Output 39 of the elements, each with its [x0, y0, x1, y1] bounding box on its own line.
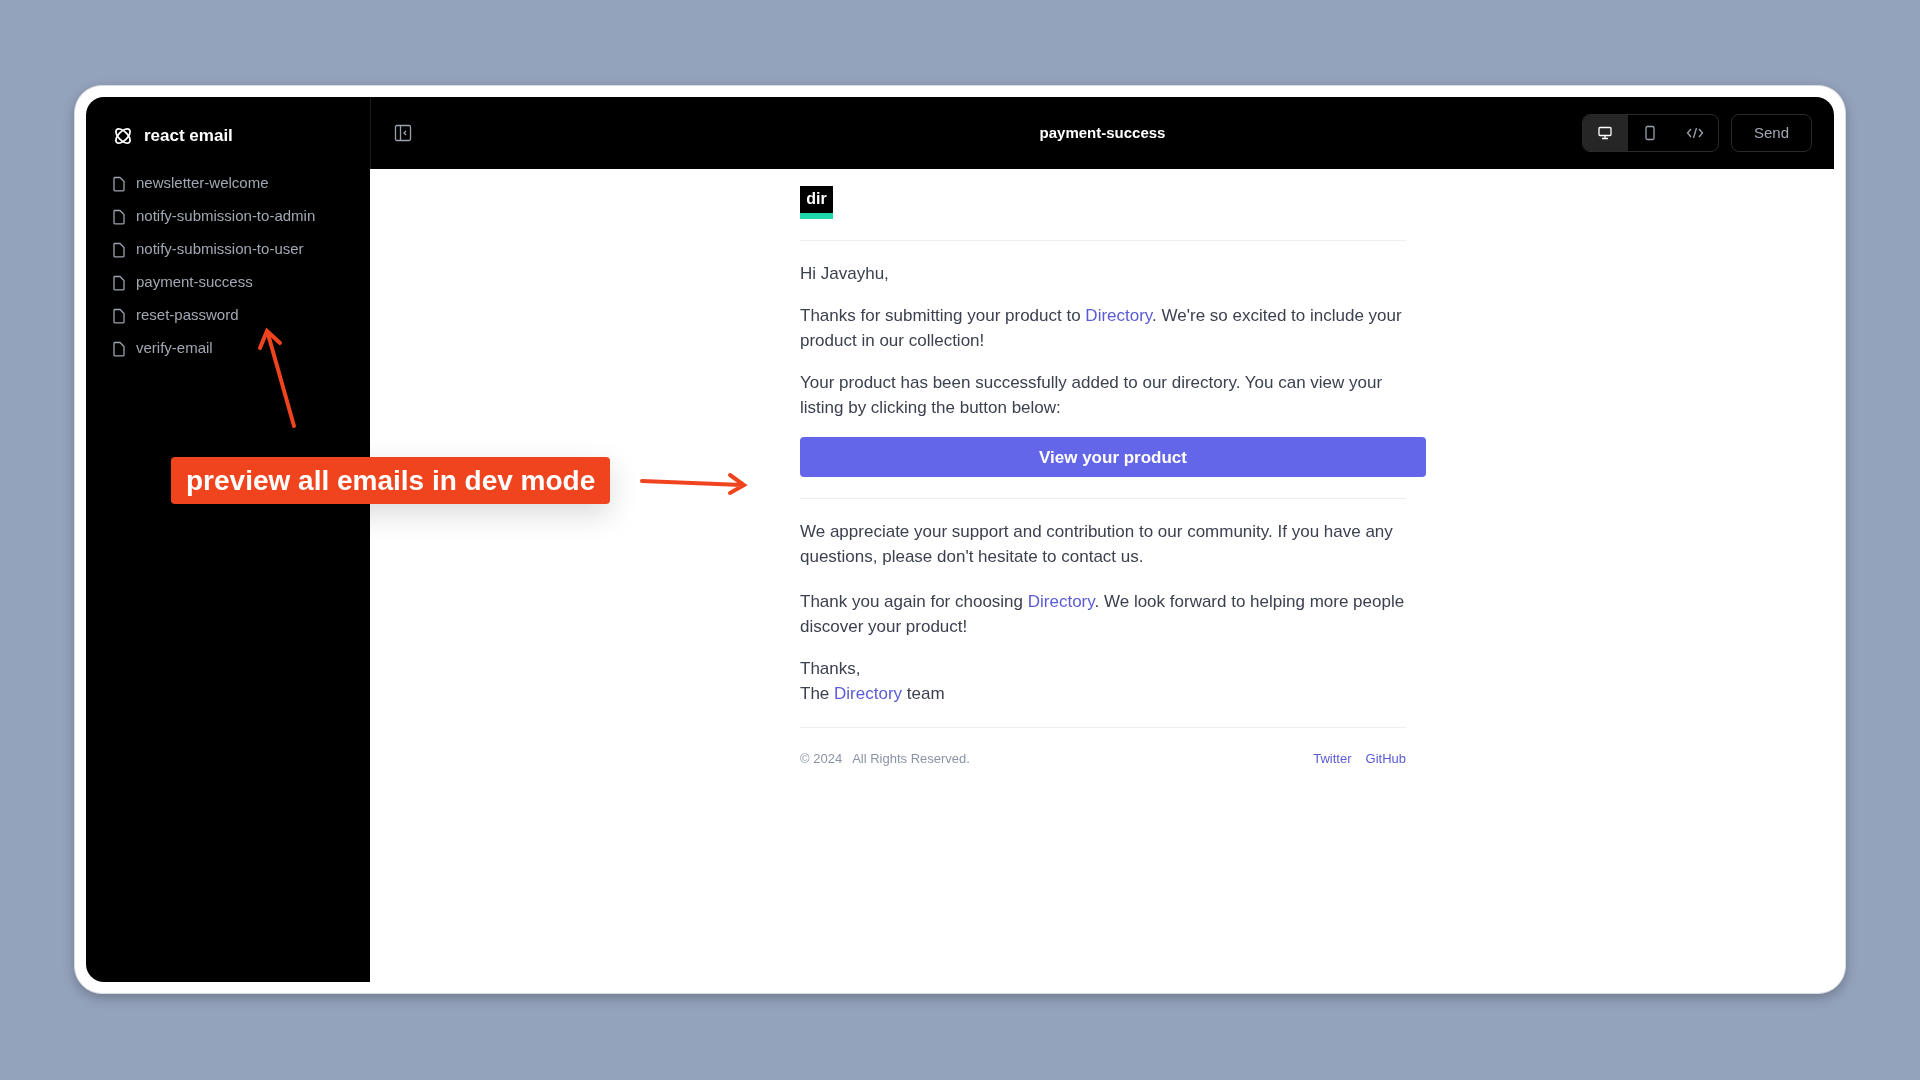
brand-name: react email	[144, 125, 233, 148]
email-title: payment-success	[1039, 122, 1166, 143]
email-paragraph: Thank you again for choosing Directory. We look forward to helping more people discover your product!	[800, 591, 1406, 638]
greeting: Hi Javayhu,	[800, 263, 890, 285]
phone-icon	[1644, 125, 1657, 141]
file-icon	[112, 241, 126, 258]
code-icon	[1686, 125, 1705, 141]
email-paragraph: Thanks,	[800, 658, 862, 680]
directory-link[interactable]: Directory	[834, 684, 903, 703]
panel-toggle-icon	[394, 124, 412, 142]
rights-text: All Rights Reserved.	[852, 750, 970, 768]
file-icon	[112, 340, 126, 357]
email-template-link[interactable]: notify-submission-to-admin	[112, 200, 370, 233]
file-icon	[112, 274, 126, 291]
email-paragraph: We appreciate your support and contribution to our community. If you have any questions, please don't hesitate to contact us.	[800, 521, 1394, 568]
file-icon	[112, 208, 126, 225]
logo-icon	[112, 125, 134, 147]
email-template-link[interactable]: verify-email	[112, 332, 370, 365]
directory-logo: dir	[800, 186, 833, 219]
email-paragraph: Your product has been successfully added to our directory. You can view your listing by clicking the button below:	[800, 372, 1384, 419]
directory-link[interactable]: Directory	[1027, 592, 1095, 611]
monitor-icon	[1597, 125, 1614, 141]
email-template-link[interactable]: newsletter-welcome	[112, 167, 370, 200]
file-icon	[112, 307, 126, 324]
sidebar-toggle-button[interactable]	[393, 123, 413, 143]
copyright-text: © 2024	[800, 750, 843, 768]
view-product-button[interactable]: View your product	[800, 437, 1426, 477]
email-paragraph: Thanks for submitting your product to Directory. We're so excited to include your product in our collection!	[800, 305, 1403, 352]
email-template-link[interactable]: reset-password	[112, 299, 370, 332]
file-icon	[112, 175, 126, 192]
view-tab[interactable]	[1583, 115, 1628, 151]
send-button[interactable]: Send	[1730, 114, 1812, 152]
directory-link[interactable]: Directory	[1085, 306, 1153, 325]
email-template-link[interactable]: payment-success	[112, 266, 370, 299]
email-paragraph: The Directory team	[800, 683, 946, 705]
email-template-link[interactable]: notify-submission-to-user	[112, 233, 370, 266]
annotation-label: preview all emails in dev mode	[171, 457, 611, 504]
footer-link[interactable]: GitHub	[1365, 746, 1406, 771]
footer-link[interactable]: Twitter	[1313, 746, 1352, 771]
